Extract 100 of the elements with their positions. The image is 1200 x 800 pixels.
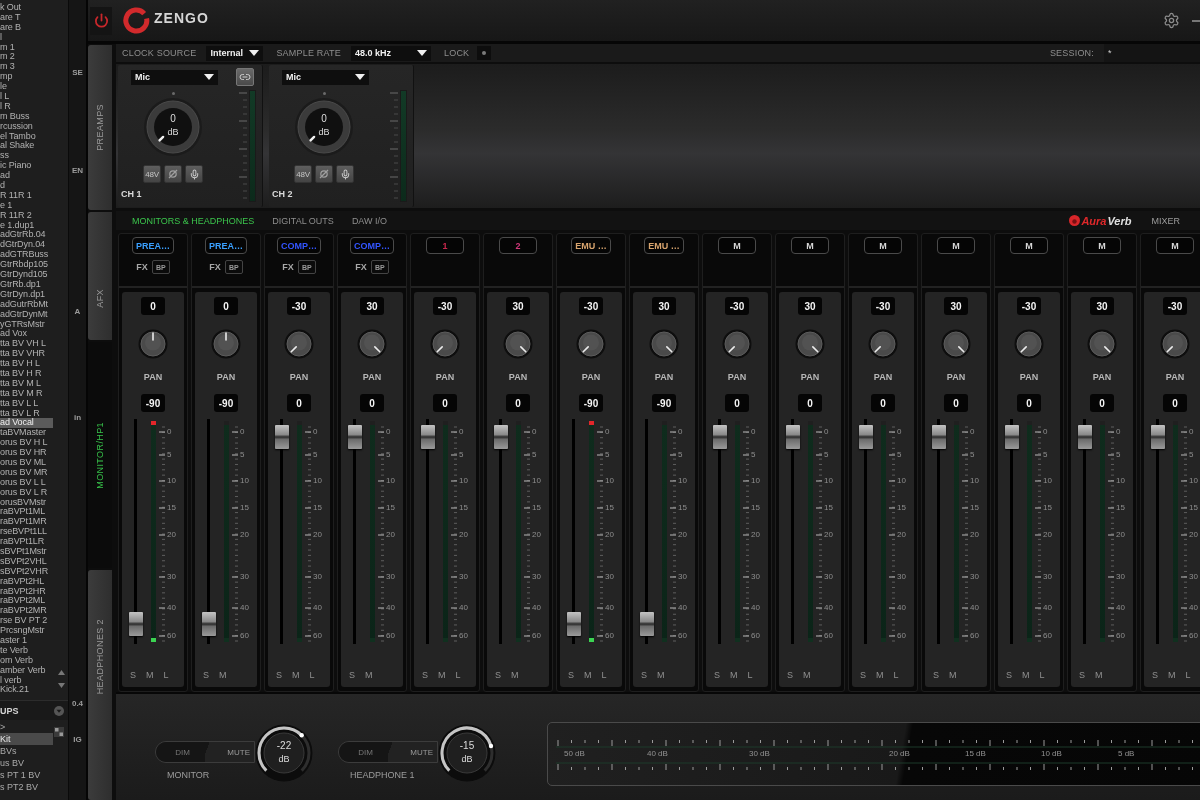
track-list-item[interactable]: l L (0, 92, 10, 102)
track-list-item[interactable]: tta BV L R (0, 408, 40, 419)
input-select[interactable]: Mic (282, 69, 369, 85)
track-list-item[interactable]: adGtrDynMt (0, 309, 48, 320)
pan-knob[interactable] (503, 329, 533, 359)
track-list-item[interactable]: tta BV M L (0, 378, 42, 389)
track-list-item[interactable]: raBVPt2HL (0, 576, 45, 587)
track-list-item[interactable]: l verb (0, 675, 22, 686)
channel-source-button[interactable]: M (1010, 237, 1048, 254)
side-tab[interactable]: PREAMPS (88, 45, 112, 210)
group-list-item[interactable]: s PT2 BV (0, 781, 38, 793)
track-list-item[interactable]: PrcsngMstr (0, 626, 45, 636)
strip-toggle-button[interactable]: S (568, 669, 574, 681)
strip-toggle-button[interactable]: M (584, 669, 592, 681)
track-list-item[interactable]: le (0, 82, 7, 92)
strip-toggle-button[interactable]: M (1022, 669, 1030, 681)
fader-thumb[interactable] (1078, 425, 1092, 449)
track-list-item[interactable]: l R (0, 101, 11, 112)
strip-toggle-button[interactable]: S (422, 669, 428, 681)
gain-knob[interactable] (294, 97, 354, 157)
track-list-item[interactable]: raBVPt2HR (0, 586, 46, 597)
fader-thumb[interactable] (1151, 425, 1165, 449)
side-tab[interactable]: HEADPHONES 2 (88, 570, 112, 800)
strip-toggle-button[interactable]: L (747, 669, 753, 681)
fader-thumb[interactable] (567, 611, 581, 636)
track-list-item[interactable]: GtrRb.dp1 (0, 279, 41, 290)
strip-toggle-button[interactable]: M (146, 669, 154, 681)
channel-source-button[interactable]: M (1156, 237, 1194, 254)
mixer-tab[interactable]: DIGITAL OUTS (272, 215, 334, 226)
strip-toggle-button[interactable]: M (876, 669, 884, 681)
strip-toggle-button[interactable]: M (657, 669, 665, 681)
fx-button[interactable]: FX (282, 262, 294, 272)
track-list-item[interactable]: rseBVPt1LL (0, 527, 48, 538)
strip-toggle-button[interactable]: S (641, 669, 647, 681)
fader-thumb[interactable] (786, 425, 800, 449)
track-list-item[interactable]: m Buss (0, 111, 30, 122)
track-list-item[interactable]: orus BV L R (0, 487, 48, 498)
track-list-item[interactable]: dGtrDyn.04 (0, 240, 46, 251)
strip-toggle-button[interactable]: M (511, 669, 519, 681)
session-field[interactable]: * (1104, 44, 1200, 62)
strip-toggle-button[interactable]: L (601, 669, 607, 681)
track-list-item[interactable]: yGTRsMstr (0, 319, 45, 330)
volume-knob[interactable] (438, 724, 496, 782)
track-list-item[interactable]: k Out (0, 3, 21, 13)
mixer-tab[interactable]: MONITORS & HEADPHONES (132, 215, 255, 226)
channel-source-button[interactable]: M (791, 237, 829, 254)
channel-source-button[interactable]: 2 (499, 237, 537, 254)
volume-knob[interactable] (255, 724, 313, 782)
strip-toggle-button[interactable]: S (714, 669, 720, 681)
track-list-item[interactable]: R 11R 2 (0, 210, 32, 221)
pan-knob[interactable] (1014, 329, 1044, 359)
track-list-item[interactable]: taBVMaster (0, 428, 47, 439)
track-list-item[interactable]: tta BV L L (0, 398, 39, 409)
track-list-item[interactable]: te Verb (0, 645, 28, 656)
channel-source-button[interactable]: PREA… (205, 237, 247, 254)
pan-knob[interactable] (649, 329, 679, 359)
strip-toggle-button[interactable]: S (349, 669, 355, 681)
strip-toggle-button[interactable]: L (163, 669, 169, 681)
channel-source-button[interactable]: EMU … (644, 237, 684, 254)
track-list-item[interactable]: raBVPt2MR (0, 606, 47, 617)
side-tab[interactable]: AFX (88, 212, 112, 340)
clock-source-select[interactable]: Internal (206, 45, 264, 61)
track-list-item[interactable]: el Tambo (0, 131, 36, 142)
grid-icon[interactable] (54, 727, 64, 737)
strip-toggle-button[interactable]: S (787, 669, 793, 681)
pan-knob[interactable] (576, 329, 606, 359)
track-list-item[interactable]: l (0, 32, 2, 43)
fader-thumb[interactable] (494, 425, 508, 449)
fader-thumb[interactable] (713, 425, 727, 449)
track-list-item[interactable]: raBVPt1MR (0, 517, 47, 528)
gain-knob[interactable] (143, 97, 203, 157)
track-list-item[interactable]: tta BV VHR (0, 349, 45, 360)
track-list-item[interactable]: aster 1 (0, 636, 27, 646)
channel-source-button[interactable]: COMP… (350, 237, 394, 254)
fader-thumb[interactable] (859, 425, 873, 449)
track-list-item[interactable]: ss (0, 151, 9, 162)
track-list-item[interactable]: ad Vocal (0, 418, 53, 429)
mic-button[interactable] (185, 165, 203, 183)
strip-toggle-button[interactable]: M (803, 669, 811, 681)
dim-button[interactable]: DIM (156, 742, 205, 762)
fx-button[interactable]: FX (209, 262, 221, 272)
fx-button[interactable]: FX (355, 262, 367, 272)
group-list-item[interactable]: BVs (0, 745, 17, 757)
strip-toggle-button[interactable]: L (1039, 669, 1045, 681)
strip-toggle-button[interactable]: S (860, 669, 866, 681)
track-list-item[interactable]: GtrRbdp105 (0, 260, 49, 271)
track-list-item[interactable]: tta BV H L (0, 359, 41, 369)
track-list-item[interactable]: d (0, 181, 5, 191)
fader-thumb[interactable] (1005, 425, 1019, 449)
track-list-item[interactable]: raBVPt1LR (0, 537, 45, 547)
track-list-item[interactable]: orus BV MR (0, 467, 48, 478)
track-list-item[interactable]: m 3 (0, 62, 15, 73)
channel-source-button[interactable]: M (1083, 237, 1121, 254)
phantom-power-button[interactable]: 48V (294, 165, 312, 183)
strip-toggle-button[interactable]: M (438, 669, 446, 681)
track-list-item[interactable]: R 11R 1 (0, 190, 32, 201)
track-list-item[interactable]: raBVPt2ML (0, 596, 46, 607)
mixer-tab[interactable]: DAW I/O (351, 215, 388, 226)
track-list-item[interactable]: orus BV H L (0, 438, 48, 449)
group-list-item[interactable]: s PT 1 BV (0, 769, 41, 781)
